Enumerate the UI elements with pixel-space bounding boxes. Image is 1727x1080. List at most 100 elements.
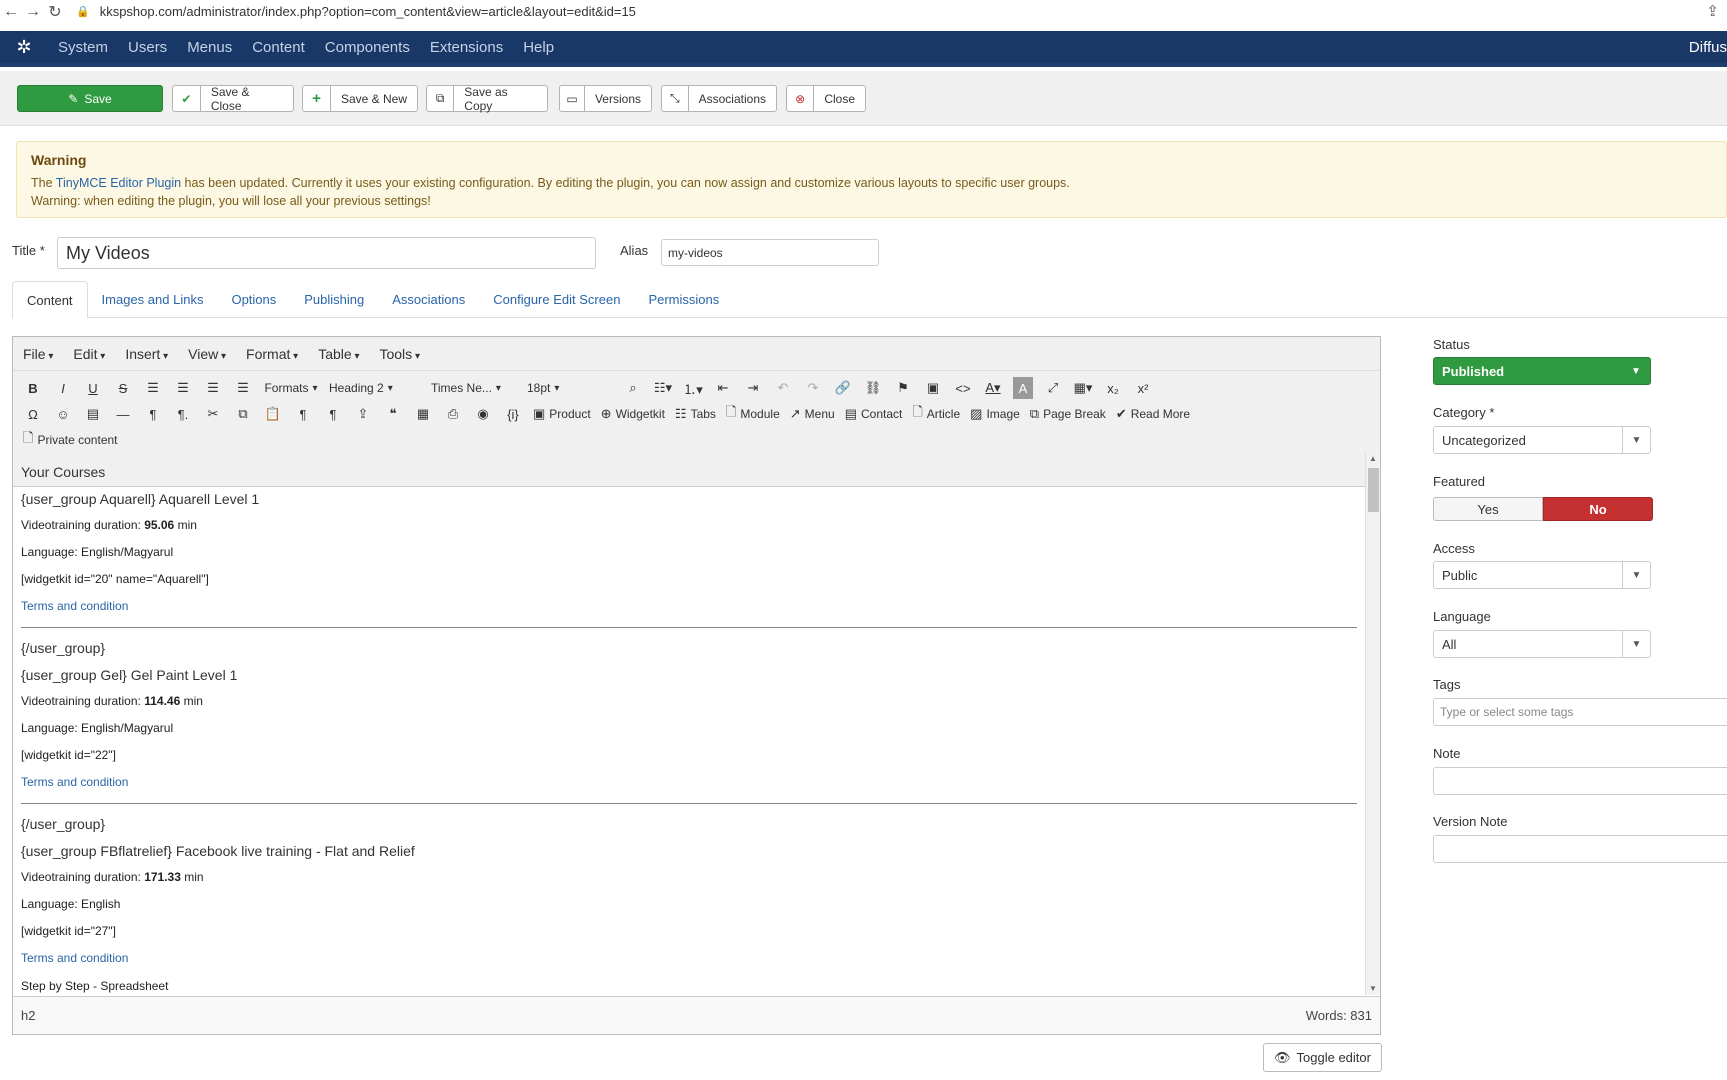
tab-configure-edit-screen[interactable]: Configure Edit Screen	[479, 281, 634, 318]
save-as-copy-button[interactable]: ⧉ Save as Copy	[426, 85, 548, 113]
share-icon[interactable]: ⇪	[1706, 2, 1719, 20]
blockquote-icon[interactable]: ❝	[383, 403, 403, 425]
table-icon[interactable]: ▦▾	[1073, 377, 1093, 399]
ltr-icon[interactable]: ¶	[143, 403, 163, 425]
menu-menus[interactable]: Menus	[177, 39, 242, 56]
terms-link[interactable]: Terms and condition	[21, 775, 1357, 791]
menu-extensions[interactable]: Extensions	[420, 39, 513, 56]
print-icon[interactable]: ⎙	[443, 403, 463, 425]
contact-button[interactable]: ▤ Contact	[845, 403, 903, 425]
font-size-dropdown[interactable]: 18pt	[527, 377, 613, 399]
align-left-icon[interactable]: ☰	[143, 377, 163, 399]
versions-button[interactable]: ▭ Versions	[559, 85, 652, 112]
product-button[interactable]: ▣ Product	[533, 403, 591, 425]
text-color-icon[interactable]: A▾	[983, 377, 1003, 399]
strikethrough-icon[interactable]: S	[113, 377, 133, 399]
editor-scrollbar[interactable]: ▲ ▼	[1365, 452, 1380, 995]
horizontal-rule-icon[interactable]: —	[113, 403, 133, 425]
link-icon[interactable]: 🔗	[833, 377, 853, 399]
undo-icon[interactable]: ↶	[773, 377, 793, 399]
category-select[interactable]: Uncategorized ▼	[1433, 426, 1651, 454]
template-icon[interactable]: ⇪	[353, 403, 373, 425]
access-select[interactable]: Public ▼	[1433, 561, 1651, 589]
bold-icon[interactable]: B	[23, 377, 43, 399]
rtl-icon[interactable]: ¶.	[173, 403, 193, 425]
menu-help[interactable]: Help	[513, 39, 564, 56]
editor-menu-file[interactable]: File	[23, 346, 63, 362]
version-note-input[interactable]	[1433, 835, 1727, 863]
editor-menu-view[interactable]: View	[188, 346, 236, 362]
outdent-icon[interactable]: ⇤	[713, 377, 733, 399]
element-path[interactable]: h2	[21, 1008, 35, 1023]
close-button[interactable]: ⊗ Close	[786, 85, 866, 112]
editor-menu-format[interactable]: Format	[246, 346, 308, 362]
media-icon[interactable]: ▤	[83, 403, 103, 425]
subscript-icon[interactable]: x₂	[1103, 377, 1123, 399]
tab-permissions[interactable]: Permissions	[634, 281, 733, 318]
align-center-icon[interactable]: ☰	[173, 377, 193, 399]
page-break-button[interactable]: ⧉ Page Break	[1030, 403, 1106, 425]
menu-content[interactable]: Content	[242, 39, 315, 56]
tab-publishing[interactable]: Publishing	[290, 281, 378, 318]
save-new-button[interactable]: + Save & New	[302, 85, 418, 112]
code-icon[interactable]: <>	[953, 377, 973, 399]
indent-icon[interactable]: ⇥	[743, 377, 763, 399]
insert-image-icon[interactable]: ▣	[923, 377, 943, 399]
code-sample-icon[interactable]: {i}	[503, 403, 523, 425]
save-close-button[interactable]: ✔ Save & Close	[172, 85, 294, 113]
emoticons-icon[interactable]: ☺	[53, 403, 73, 425]
copy-icon[interactable]: ⧉	[233, 403, 253, 425]
unlink-icon[interactable]: ⛓	[863, 377, 883, 399]
reload-icon[interactable]: ↻	[44, 2, 66, 22]
numbered-list-icon[interactable]: ⒈▾	[683, 377, 703, 399]
terms-link[interactable]: Terms and condition	[21, 951, 1357, 967]
menu-button[interactable]: ↗ Menu	[790, 403, 835, 425]
back-arrow-icon[interactable]: ←	[0, 3, 22, 21]
title-input[interactable]: My Videos	[57, 237, 596, 269]
editor-menu-insert[interactable]: Insert	[125, 346, 178, 362]
tabs-button[interactable]: ☷ Tabs	[675, 403, 716, 425]
block-format-dropdown[interactable]: Heading 2	[329, 377, 421, 399]
status-select[interactable]: Published ▼	[1433, 357, 1651, 385]
redo-icon[interactable]: ↷	[803, 377, 823, 399]
tab-associations[interactable]: Associations	[378, 281, 479, 318]
lock-icon[interactable]: 🔒	[76, 5, 90, 18]
visual-aid-icon[interactable]: ▦	[413, 403, 433, 425]
image-button[interactable]: ▨ Image	[970, 403, 1020, 425]
editor-menu-table[interactable]: Table	[318, 346, 369, 362]
tab-images-and-links[interactable]: Images and Links	[88, 281, 218, 318]
site-name-link[interactable]: Diffus	[1689, 39, 1727, 56]
private-content-button[interactable]: 🗋 Private content	[23, 429, 118, 451]
align-right-icon[interactable]: ☰	[203, 377, 223, 399]
featured-no-button[interactable]: No	[1543, 497, 1653, 521]
cut-icon[interactable]: ✂	[203, 403, 223, 425]
background-color-icon[interactable]: A	[1013, 377, 1033, 399]
anchor-icon[interactable]: ⚑	[893, 377, 913, 399]
save-button[interactable]: ✎ Save	[17, 85, 163, 112]
nonbreaking-icon[interactable]: ¶	[323, 403, 343, 425]
menu-users[interactable]: Users	[118, 39, 177, 56]
toggle-editor-button[interactable]: 👁 Toggle editor	[1263, 1043, 1382, 1072]
paste-icon[interactable]: 📋	[263, 403, 283, 425]
joomla-logo-icon[interactable]: ✲	[0, 37, 48, 58]
note-input[interactable]	[1433, 767, 1727, 795]
url-field[interactable]: kkspshop.com/administrator/index.php?opt…	[100, 4, 636, 19]
preview-icon[interactable]: ◉	[473, 403, 493, 425]
align-justify-icon[interactable]: ☰	[233, 377, 253, 399]
fullscreen-icon[interactable]: ⤢	[1043, 377, 1063, 399]
module-button[interactable]: 🗋 Module	[726, 403, 780, 425]
superscript-icon[interactable]: x²	[1133, 377, 1153, 399]
italic-icon[interactable]: I	[53, 377, 73, 399]
alias-input[interactable]: my-videos	[661, 239, 879, 266]
formats-dropdown[interactable]: Formats	[263, 377, 319, 399]
underline-icon[interactable]: U	[83, 377, 103, 399]
editor-menu-tools[interactable]: Tools	[379, 346, 430, 362]
featured-yes-button[interactable]: Yes	[1433, 497, 1543, 521]
tab-options[interactable]: Options	[217, 281, 290, 318]
read-more-button[interactable]: ✔ Read More	[1116, 403, 1190, 425]
associations-button[interactable]: ⤡ Associations	[661, 85, 777, 112]
font-family-dropdown[interactable]: Times Ne...	[431, 377, 517, 399]
menu-system[interactable]: System	[48, 39, 118, 56]
bullet-list-icon[interactable]: ☷▾	[653, 377, 673, 399]
special-char-icon[interactable]: Ω	[23, 403, 43, 425]
